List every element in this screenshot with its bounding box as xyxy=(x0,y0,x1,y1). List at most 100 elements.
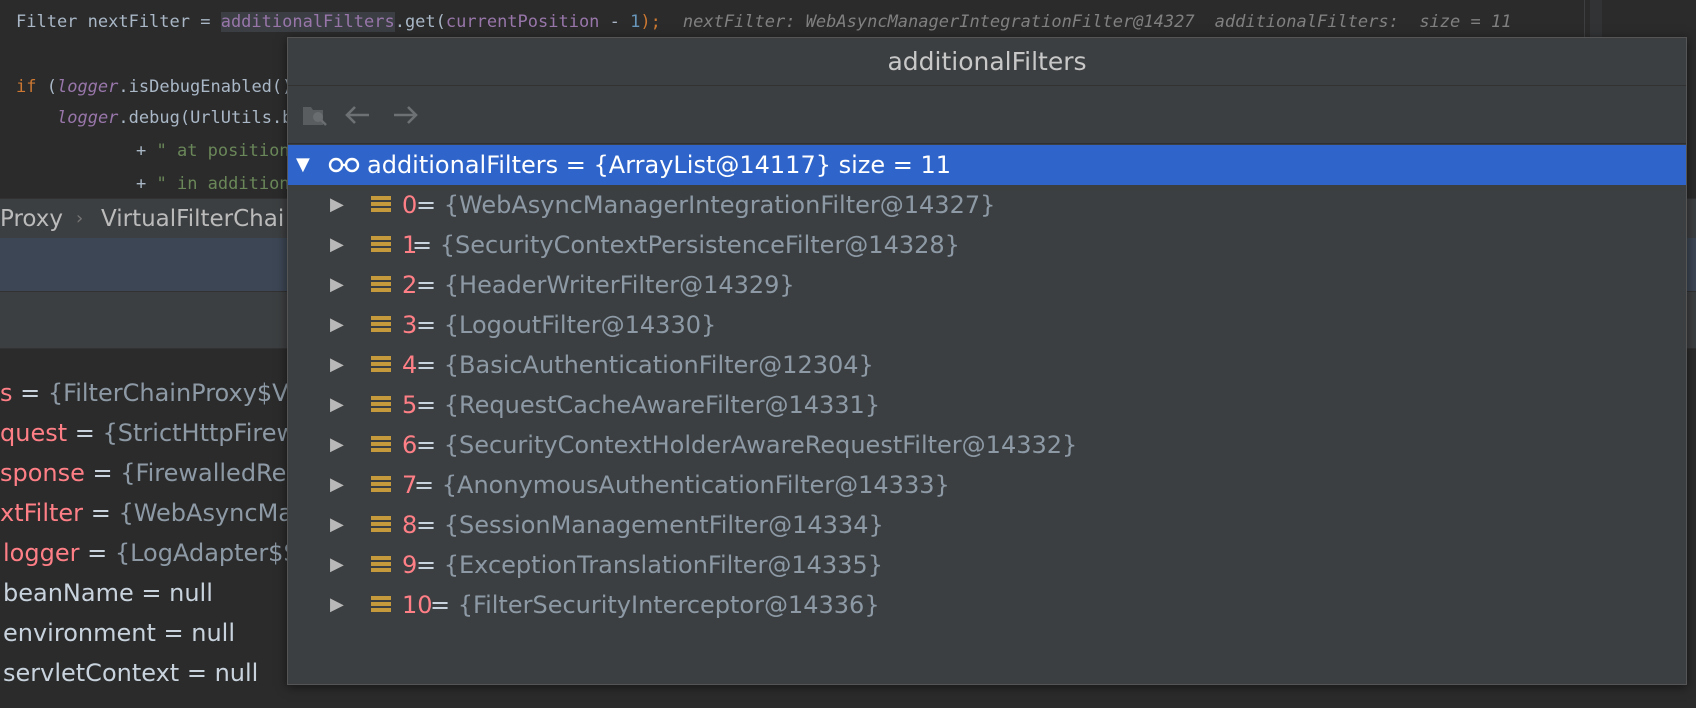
item-value: {ExceptionTranslationFilter@14335} xyxy=(443,551,883,579)
item-text: = {SecurityContextPersistenceFilter@1432… xyxy=(412,225,960,265)
breadcrumb-item[interactable]: Proxy xyxy=(0,199,63,239)
collapse-arrow-icon[interactable]: ▶ xyxy=(330,505,344,545)
variable-row[interactable]: sponse = {FirewalledRes xyxy=(0,453,299,493)
item-index: 2 xyxy=(402,271,418,299)
tree-item-row[interactable]: ▶ 7 = {AnonymousAuthenticationFilter@143… xyxy=(288,465,1686,505)
tree-root-row[interactable]: ▼ additionalFilters = {ArrayList@14117} … xyxy=(288,145,1686,185)
variable-name: sponse xyxy=(0,459,85,487)
item-text: = {FilterSecurityInterceptor@14336} xyxy=(430,585,880,625)
item-value: {WebAsyncManagerIntegrationFilter@14327} xyxy=(443,191,996,219)
forward-arrow-icon[interactable] xyxy=(388,98,424,132)
variable-row[interactable]: environment = null xyxy=(3,613,235,653)
collapse-arrow-icon[interactable]: ▶ xyxy=(330,425,344,465)
variable-value: {StrictHttpFirew xyxy=(102,419,297,447)
collapse-arrow-icon[interactable]: ▶ xyxy=(330,345,344,385)
collapse-arrow-icon[interactable]: ▶ xyxy=(330,385,344,425)
code-variable: currentPosition xyxy=(445,12,600,32)
code-text: .isDebugEnabled() xyxy=(118,77,293,97)
item-text: = {SessionManagementFilter@14334} xyxy=(416,505,884,545)
tree-item-row[interactable]: ▶ 1 = {SecurityContextPersistenceFilter@… xyxy=(288,225,1686,265)
variable-value: {WebAsyncMa xyxy=(118,499,293,527)
tree-item-row[interactable]: ▶ 4 = {BasicAuthenticationFilter@12304} xyxy=(288,345,1686,385)
variable-name: xtFilter xyxy=(0,499,84,527)
variable-value: {LogAdapter$S xyxy=(114,539,299,567)
popup-title[interactable]: additionalFilters xyxy=(288,38,1686,86)
code-text: - xyxy=(599,12,631,32)
folder-group-icon[interactable] xyxy=(298,98,334,132)
item-value: {AnonymousAuthenticationFilter@14333} xyxy=(441,471,950,499)
variable-row[interactable]: logger = {LogAdapter$S xyxy=(3,533,299,573)
item-text: = {LogoutFilter@14330} xyxy=(416,305,716,345)
code-text: ); xyxy=(640,12,661,32)
item-index: 3 xyxy=(402,311,418,339)
variable-value: null xyxy=(169,579,213,607)
code-string: " in addition xyxy=(156,174,290,194)
tree-item-row[interactable]: ▶ 0 = {WebAsyncManagerIntegrationFilter@… xyxy=(288,185,1686,225)
collapse-arrow-icon[interactable]: ▶ xyxy=(330,465,344,505)
collapse-arrow-icon[interactable]: ▶ xyxy=(330,545,344,585)
item-text: = {AnonymousAuthenticationFilter@14333} xyxy=(414,465,950,505)
tree-root-label: additionalFilters = {ArrayList@14117} si… xyxy=(367,151,952,179)
code-field: logger xyxy=(57,108,119,128)
list-item-icon xyxy=(371,276,391,295)
variable-equals: = xyxy=(67,419,103,447)
breadcrumb-item[interactable]: VirtualFilterChai xyxy=(101,199,284,239)
item-equals: = xyxy=(416,431,444,459)
item-value: {LogoutFilter@14330} xyxy=(443,311,717,339)
item-index: 6 xyxy=(402,431,418,459)
tree-item-row[interactable]: ▶ 9 = {ExceptionTranslationFilter@14335} xyxy=(288,545,1686,585)
list-item-icon xyxy=(371,516,391,535)
variable-equals: = xyxy=(79,539,115,567)
code-string: " at position xyxy=(156,141,290,161)
list-item-icon xyxy=(371,316,391,335)
item-value: {SecurityContextPersistenceFilter@14328} xyxy=(439,231,960,259)
variable-inspector-popup[interactable]: additionalFilters ▼ additionalFilters = … xyxy=(287,37,1687,685)
variable-row[interactable]: beanName = null xyxy=(3,573,213,613)
variable-row[interactable]: quest = {StrictHttpFirew xyxy=(0,413,296,453)
item-value: {SessionManagementFilter@14334} xyxy=(443,511,884,539)
item-equals: = xyxy=(416,511,444,539)
code-text: + xyxy=(136,141,157,161)
variable-name: logger xyxy=(3,539,80,567)
collapse-arrow-icon[interactable]: ▶ xyxy=(330,185,344,225)
variable-name: s xyxy=(0,379,13,407)
variable-tree[interactable]: ▼ additionalFilters = {ArrayList@14117} … xyxy=(288,145,1686,684)
tree-item-row[interactable]: ▶ 6 = {SecurityContextHolderAwareRequest… xyxy=(288,425,1686,465)
item-index: 10 xyxy=(402,591,433,619)
expand-arrow-icon[interactable]: ▼ xyxy=(296,145,310,185)
item-equals: = xyxy=(430,591,458,619)
code-line-5: + " in addition xyxy=(136,170,290,198)
variable-row[interactable]: servletContext = null xyxy=(3,653,258,693)
collapse-arrow-icon[interactable]: ▶ xyxy=(330,585,344,625)
item-index: 9 xyxy=(402,551,418,579)
tree-item-row[interactable]: ▶ 10 = {FilterSecurityInterceptor@14336} xyxy=(288,585,1686,625)
item-equals: = xyxy=(416,351,444,379)
popup-toolbar xyxy=(288,86,1686,144)
variable-value: null xyxy=(191,619,235,647)
code-field: logger xyxy=(56,77,119,97)
tree-item-row[interactable]: ▶ 5 = {RequestCacheAwareFilter@14331} xyxy=(288,385,1686,425)
collapse-arrow-icon[interactable]: ▶ xyxy=(330,225,344,265)
item-text: = {RequestCacheAwareFilter@14331} xyxy=(416,385,880,425)
code-text: + xyxy=(136,174,157,194)
collapse-arrow-icon[interactable]: ▶ xyxy=(330,305,344,345)
item-value: {BasicAuthenticationFilter@12304} xyxy=(443,351,874,379)
variable-row[interactable]: xtFilter = {WebAsyncMa xyxy=(0,493,293,533)
collapse-arrow-icon[interactable]: ▶ xyxy=(330,265,344,305)
code-line-3: logger.debug(UrlUtils.b xyxy=(57,104,292,132)
variable-name: beanName xyxy=(3,579,134,607)
tree-item-row[interactable]: ▶ 3 = {LogoutFilter@14330} xyxy=(288,305,1686,345)
back-arrow-icon[interactable] xyxy=(339,98,375,132)
list-item-icon xyxy=(371,356,391,375)
item-value: {SecurityContextHolderAwareRequestFilter… xyxy=(443,431,1078,459)
item-text: = {WebAsyncManagerIntegrationFilter@1432… xyxy=(416,185,995,225)
code-line-4: + " at position xyxy=(136,137,290,165)
item-text: = {ExceptionTranslationFilter@14335} xyxy=(416,545,883,585)
variable-row[interactable]: s = {FilterChainProxy$V xyxy=(0,373,289,413)
item-equals: = xyxy=(416,551,444,579)
variable-value: {FirewalledRes xyxy=(120,459,299,487)
code-field: additionalFilters xyxy=(220,12,395,32)
list-item-icon xyxy=(371,196,391,215)
tree-item-row[interactable]: ▶ 8 = {SessionManagementFilter@14334} xyxy=(288,505,1686,545)
tree-item-row[interactable]: ▶ 2 = {HeaderWriterFilter@14329} xyxy=(288,265,1686,305)
